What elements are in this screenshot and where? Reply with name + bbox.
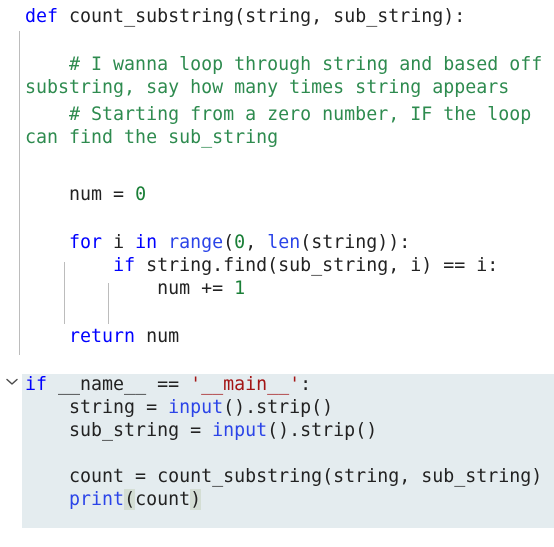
token-keyword-for: for xyxy=(69,232,103,253)
token-strip-call: ().strip() xyxy=(223,397,334,418)
token-def-signature: count_substring(string, sub_string): xyxy=(58,6,466,27)
code-line-num-increment[interactable]: num += 1 xyxy=(25,278,245,299)
token-builtin-print: print xyxy=(69,489,125,510)
token-builtin-len: len xyxy=(267,232,301,253)
token-print-argument: count xyxy=(135,489,191,510)
code-line-print[interactable]: print(count) xyxy=(25,489,202,510)
token-string-main: '__main__' xyxy=(190,374,301,395)
code-line-read-substring[interactable]: sub_string = input().strip() xyxy=(25,420,377,441)
token-keyword-if-main: if xyxy=(25,374,48,395)
token-colon: : xyxy=(300,374,312,395)
token-number-range-start: 0 xyxy=(234,232,246,253)
code-line-for-loop[interactable]: for i in range(0, len(string)): xyxy=(25,232,410,253)
token-keyword-in: in xyxy=(135,232,158,253)
token-return-value: num xyxy=(135,326,180,347)
code-line-def-signature[interactable]: def count_substring(string, sub_string): xyxy=(25,6,465,27)
bracket-match-close: ) xyxy=(190,489,202,510)
code-text-layer[interactable]: def count_substring(string, sub_string):… xyxy=(0,0,554,547)
code-line-if-find[interactable]: if string.find(sub_string, i) == i: xyxy=(25,255,498,276)
token-builtin-input: input xyxy=(168,397,224,418)
code-line-return[interactable]: return num xyxy=(25,326,179,347)
code-line-call-count-substring[interactable]: count = count_substring(string, sub_stri… xyxy=(25,466,542,487)
token-find-expression: string.find(sub_string, i) == i: xyxy=(135,255,499,276)
code-line-main-guard[interactable]: if __name__ == '__main__': xyxy=(25,374,311,395)
code-line-comment-2-wrap[interactable]: can find the sub_string xyxy=(25,127,278,148)
token-builtin-input: input xyxy=(212,420,268,441)
token-loop-var: i xyxy=(102,232,136,253)
token-keyword-if: if xyxy=(113,255,136,276)
token-name-comparison: __name__ == xyxy=(47,374,191,395)
token-substring-assign: sub_string = xyxy=(25,420,213,441)
token-keyword-return: return xyxy=(69,326,136,347)
bracket-match-open: ( xyxy=(124,489,136,510)
token-builtin-range: range xyxy=(168,232,224,253)
code-line-comment-1-wrap[interactable]: substring, say how many times string app… xyxy=(25,77,509,98)
token-num-assign: num = xyxy=(25,184,136,205)
code-line-read-string[interactable]: string = input().strip() xyxy=(25,397,333,418)
token-space-1 xyxy=(157,232,168,253)
token-range-tail: (string)): xyxy=(300,232,411,253)
token-keyword-def: def xyxy=(25,6,59,27)
token-number-one: 1 xyxy=(234,278,246,299)
code-line-comment-2[interactable]: # Starting from a zero number, IF the lo… xyxy=(25,104,531,125)
token-comma: , xyxy=(245,232,268,253)
code-editor[interactable]: def count_substring(string, sub_string):… xyxy=(0,0,554,547)
code-line-num-init[interactable]: num = 0 xyxy=(25,184,146,205)
token-string-assign: string = xyxy=(25,397,169,418)
token-strip-call: ().strip() xyxy=(267,420,378,441)
token-num-increment: num += xyxy=(25,278,235,299)
code-line-comment-1[interactable]: # I wanna loop through string and based … xyxy=(25,54,542,75)
token-number-zero: 0 xyxy=(135,184,147,205)
token-paren-open: ( xyxy=(223,232,235,253)
